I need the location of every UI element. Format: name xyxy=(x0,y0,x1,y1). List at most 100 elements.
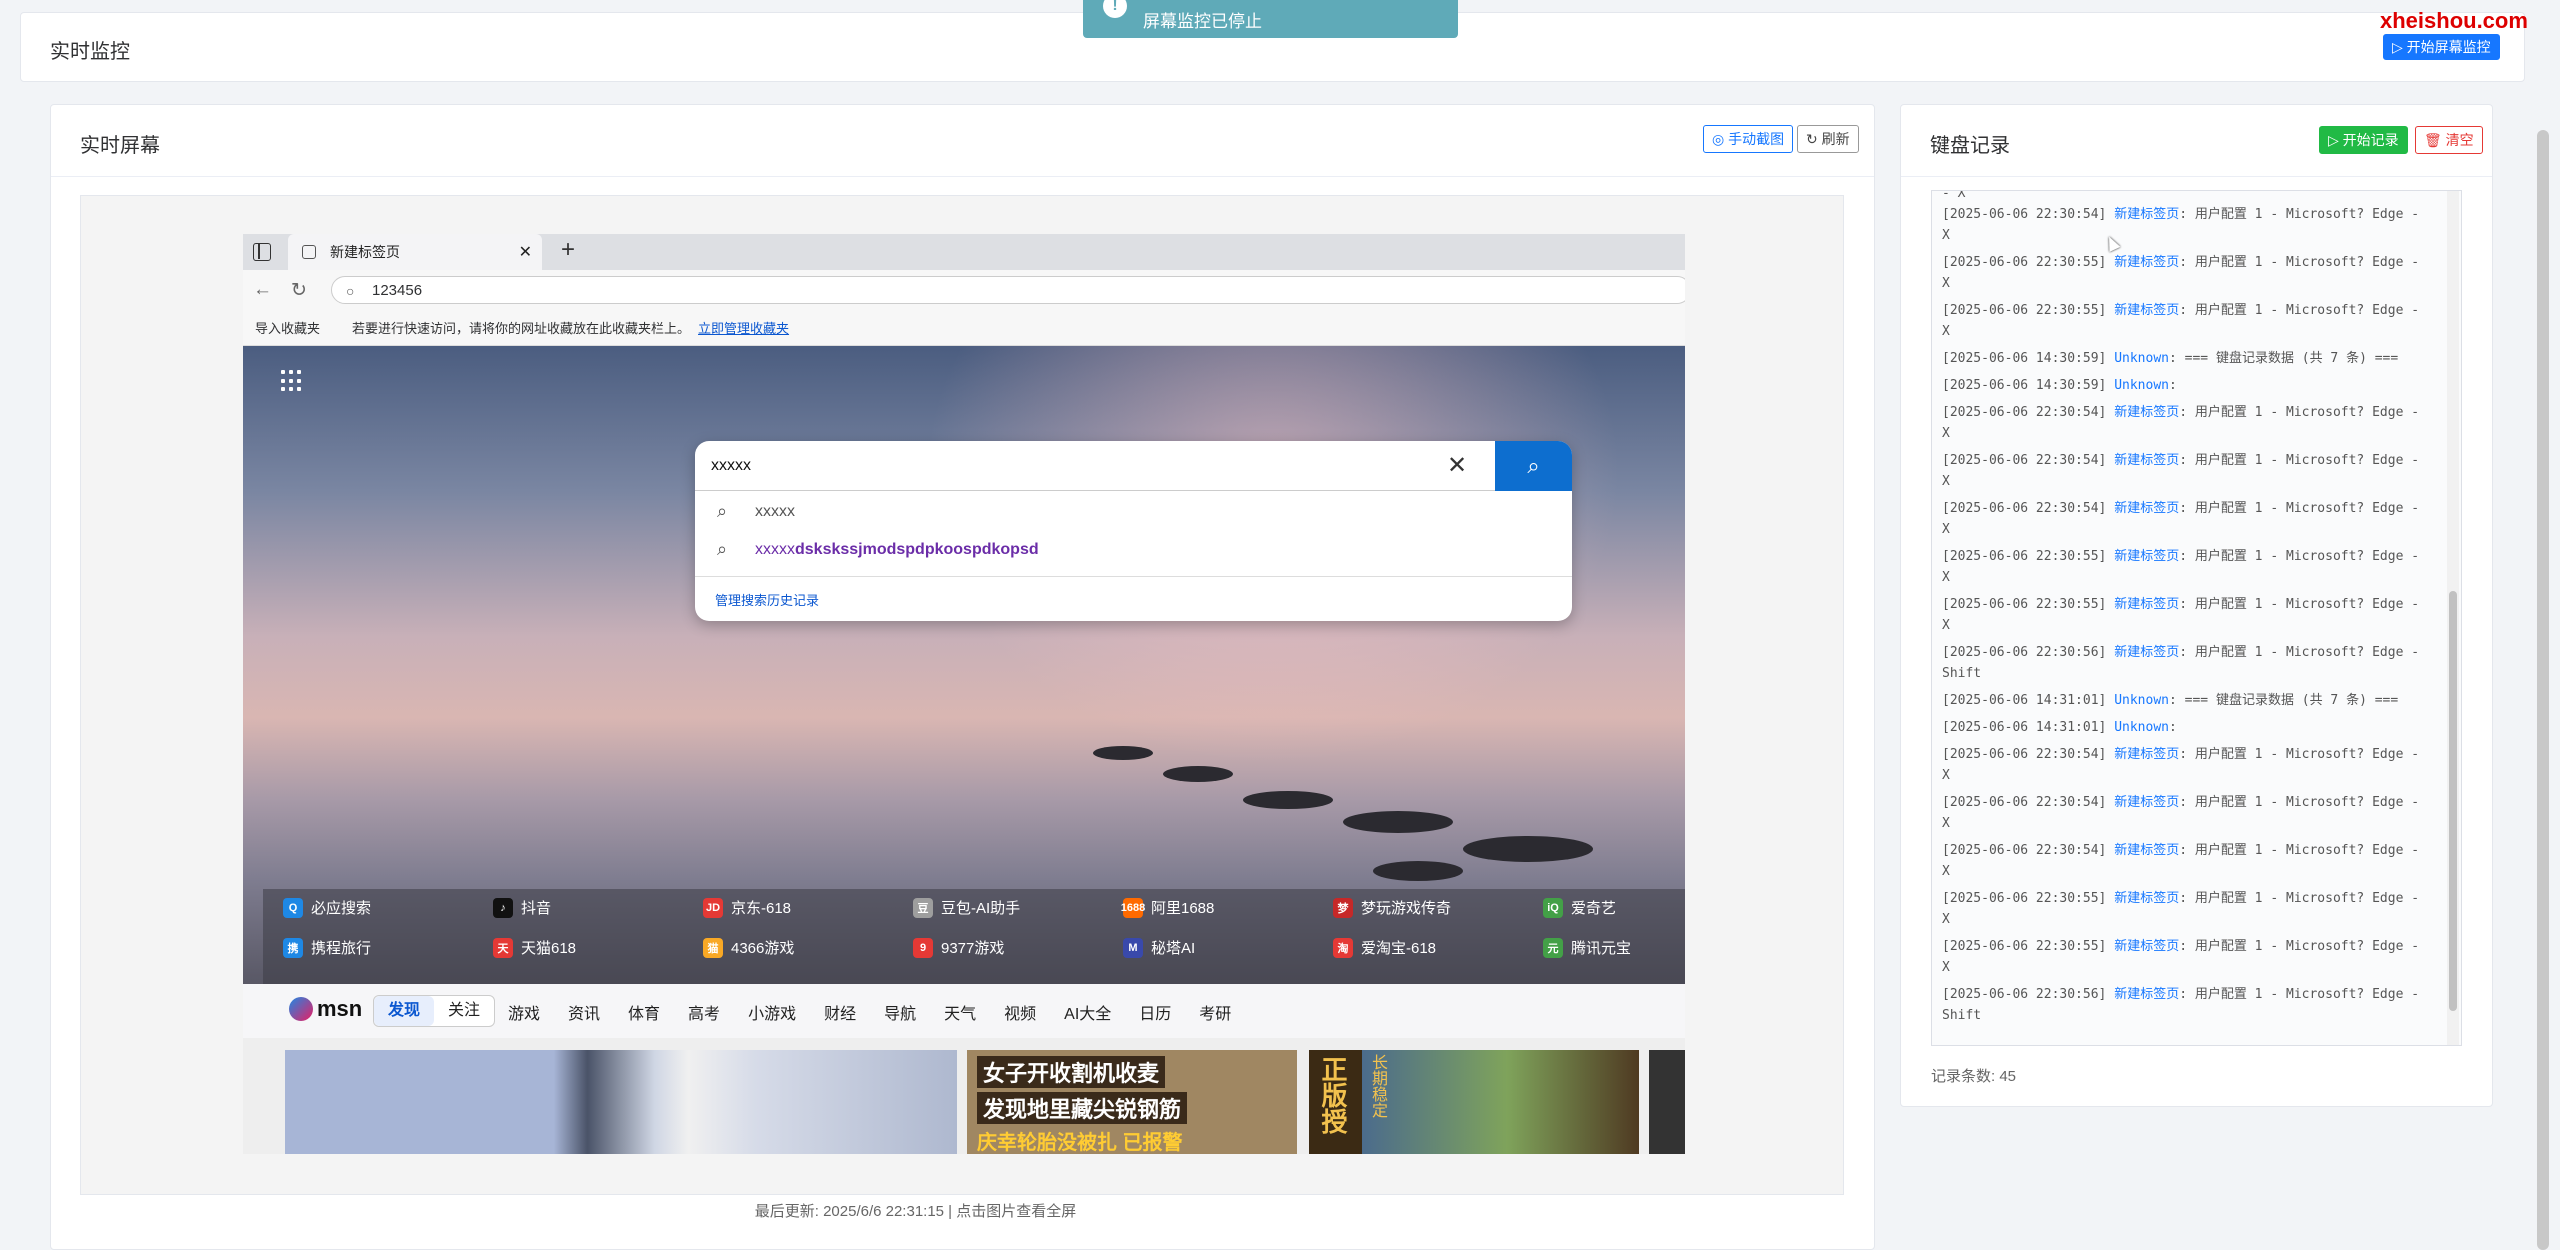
log-text: : xyxy=(2168,378,2177,393)
screenshot-image[interactable]: 新建标签页 ✕ + ← ↻ ○ 123456 导入收藏夹 若要进行快速访问，请将… xyxy=(243,234,1685,1154)
log-line: [2025-06-06 22:30:55] 新建标签页: 用户配置 1 - Mi… xyxy=(1932,888,2447,930)
quick-link-label: 携程旅行 xyxy=(311,940,372,957)
log-source: 新建标签页 xyxy=(2114,987,2180,1002)
log-time: [2025-06-06 22:30:55] xyxy=(1942,549,2115,564)
log-time: [2025-06-06 22:30:56] xyxy=(1942,645,2115,660)
manual-capture-button[interactable]: ◎ 手动截图 xyxy=(1703,125,1794,153)
keylog-scrollbar[interactable] xyxy=(2449,591,2457,1011)
news-tile xyxy=(1649,1050,1685,1154)
rock xyxy=(1463,836,1593,862)
log-source: 新建标签页 xyxy=(2114,453,2180,468)
log-line: [2025-06-06 22:30:55] 新建标签页: 用户配置 1 - Mi… xyxy=(1932,936,2447,978)
log-text: : === 键盘记录数据 (共 7 条) === xyxy=(2168,351,2399,366)
page-scrollbar[interactable] xyxy=(2537,130,2549,1250)
log-source: 新建标签页 xyxy=(2114,303,2180,318)
rock xyxy=(1343,811,1453,833)
log-time: [2025-06-06 22:30:55] xyxy=(1942,939,2115,954)
msn-nav-item: 视频 xyxy=(1004,1006,1037,1023)
log-line: [2025-06-06 14:30:59] Unknown: xyxy=(1932,375,2447,396)
log-text: : === 键盘记录数据 (共 7 条) === xyxy=(2168,693,2399,708)
quick-link: 1688 阿里1688 xyxy=(1121,897,1214,918)
msn-logo: msn xyxy=(289,996,362,1022)
log-time: [2025-06-06 14:30:59] xyxy=(1942,351,2115,366)
log-source: Unknown xyxy=(2114,720,2169,735)
quick-link-label: 4366游戏 xyxy=(731,940,795,957)
log-line: [2025-06-06 22:30:55] 新建标签页: 用户配置 1 - Mi… xyxy=(1932,252,2447,294)
rock xyxy=(1093,746,1153,760)
log-source: 新建标签页 xyxy=(2114,255,2180,270)
reload-icon: ↻ xyxy=(291,280,307,301)
watermark: xheishou.com xyxy=(2380,8,2528,33)
tab-actions-icon xyxy=(253,243,271,261)
start-record-button[interactable]: ▷ 开始记录 xyxy=(2319,126,2408,154)
new-tab-page: xxxxx ✕ ⌕ ⌕ xxxxx ⌕ xxxxx dskskssjmodspdp… xyxy=(243,346,1685,1154)
browser-tabbar: 新建标签页 ✕ + xyxy=(243,234,1685,270)
log-source: 新建标签页 xyxy=(2114,501,2180,516)
news-tile-game: 正版授 长期稳定 xyxy=(1309,1050,1639,1154)
quick-link-icon: 携 xyxy=(283,937,303,958)
log-source: 新建标签页 xyxy=(2114,207,2180,222)
msn-nav-item: 游戏 xyxy=(508,1006,541,1023)
tab-close-icon: ✕ xyxy=(518,244,532,261)
log-time: [2025-06-06 22:30:54] xyxy=(1942,501,2115,516)
log-line: [2025-06-06 22:30:55] 新建标签页: 用户配置 1 - Mi… xyxy=(1932,300,2447,342)
log-line: [2025-06-06 22:30:54] 新建标签页: 用户配置 1 - Mi… xyxy=(1932,498,2447,540)
suggestion-item: ⌕ xxxxx dskskssjmodspdpkoospdkopsd xyxy=(717,539,1039,559)
msn-nav-item: 日历 xyxy=(1139,1006,1172,1023)
quick-link: Q 必应搜索 xyxy=(283,897,371,918)
page-title: 实时监控 xyxy=(50,41,130,63)
msn-nav-item: 考研 xyxy=(1199,1006,1232,1023)
log-time: [2025-06-06 22:30:54] xyxy=(1942,843,2115,858)
log-line: [2025-06-06 22:30:54] 新建标签页: 用户配置 1 - Mi… xyxy=(1932,204,2447,246)
msn-bar: msn 发现 关注 游戏 资讯 体育 高考 小游戏 财经 导航 天气 视频 AI大全 日历 考研 xyxy=(243,984,1685,1038)
log-source: 新建标签页 xyxy=(2114,405,2180,420)
keyboard-panel: 键盘记录 ▷ 开始记录 🗑 清空 - X [2025-06-06 22:30:54… xyxy=(1900,104,2493,1107)
log-line: [2025-06-06 22:30:56] 新建标签页: 用户配置 1 - Mi… xyxy=(1932,984,2447,1026)
news-tile: 女子开收割机收麦 发现地里藏尖锐钢筋 庆幸轮胎没被扎 已报警 xyxy=(967,1050,1297,1154)
log-text: : xyxy=(2168,720,2177,735)
quick-link-label: 腾讯元宝 xyxy=(1571,940,1632,957)
log-source: 新建标签页 xyxy=(2114,843,2180,858)
log-source: 新建标签页 xyxy=(2114,795,2180,810)
screenshot-frame[interactable]: 新建标签页 ✕ + ← ↻ ○ 123456 导入收藏夹 若要进行快速访问，请将… xyxy=(80,195,1844,1195)
clear-button[interactable]: 🗑 清空 xyxy=(2415,126,2483,154)
quick-link: 梦梦玩游戏传奇 xyxy=(1333,897,1451,918)
start-screen-monitor-button[interactable]: ▷ 开始屏幕监控 xyxy=(2383,34,2500,60)
log-source: 新建标签页 xyxy=(2114,891,2180,906)
log-source: 新建标签页 xyxy=(2114,549,2180,564)
msn-nav-item: 高考 xyxy=(688,1006,721,1023)
log-line: [2025-06-06 14:31:01] Unknown: === 键盘记录数… xyxy=(1932,690,2447,711)
refresh-button[interactable]: ↻ 刷新 xyxy=(1797,125,1859,153)
quick-link: 9 9377游戏 xyxy=(913,937,1004,958)
quick-link-label: 爱淘宝-618 xyxy=(1361,940,1437,957)
log-line: [2025-06-06 22:30:55] 新建标签页: 用户配置 1 - Mi… xyxy=(1932,546,2447,588)
back-icon: ← xyxy=(253,279,272,300)
keylog-list[interactable]: - X [2025-06-06 22:30:54] 新建标签页: 用户配置 1 -… xyxy=(1931,190,2462,1046)
quick-link: JD 京东-618 xyxy=(703,897,791,918)
log-source: Unknown xyxy=(2114,378,2169,393)
msn-segment: 发现 关注 xyxy=(373,995,496,1027)
log-line: [2025-06-06 22:30:54] 新建标签页: 用户配置 1 - Mi… xyxy=(1932,840,2447,882)
ntp-search-input: xxxxx xyxy=(695,441,1495,491)
info-icon: ! xyxy=(1103,0,1127,18)
log-line: [2025-06-06 22:30:55] 新建标签页: 用户配置 1 - Mi… xyxy=(1932,594,2447,636)
msn-tab-discover: 发现 xyxy=(374,996,435,1026)
quick-link: 天天猫618 xyxy=(493,937,576,958)
log-time: [2025-06-06 22:30:54] xyxy=(1942,747,2115,762)
last-update-text: 最后更新: 2025/6/6 22:31:15 | 点击图片查看全屏 xyxy=(754,1203,1077,1220)
log-line: [2025-06-06 14:30:59] Unknown: === 键盘记录数… xyxy=(1932,348,2447,369)
log-time: [2025-06-06 22:30:55] xyxy=(1942,891,2115,906)
log-time: [2025-06-06 14:31:01] xyxy=(1942,720,2115,735)
quick-link-label: 必应搜索 xyxy=(311,900,372,917)
log-time: [2025-06-06 22:30:55] xyxy=(1942,255,2115,270)
quick-link-label: 梦玩游戏传奇 xyxy=(1361,900,1452,917)
quick-link-icon: 1688 xyxy=(1121,897,1145,918)
keyboard-panel-title: 键盘记录 xyxy=(1930,135,2010,157)
rock xyxy=(1373,861,1463,881)
quick-link: 携携程旅行 xyxy=(283,937,371,958)
msn-nav-item: AI大全 xyxy=(1064,1006,1112,1023)
apps-grid-icon xyxy=(281,370,303,392)
new-tab-icon: + xyxy=(561,236,576,263)
msn-nav-item: 天气 xyxy=(944,1006,977,1023)
quick-link-label: 京东-618 xyxy=(731,900,792,917)
